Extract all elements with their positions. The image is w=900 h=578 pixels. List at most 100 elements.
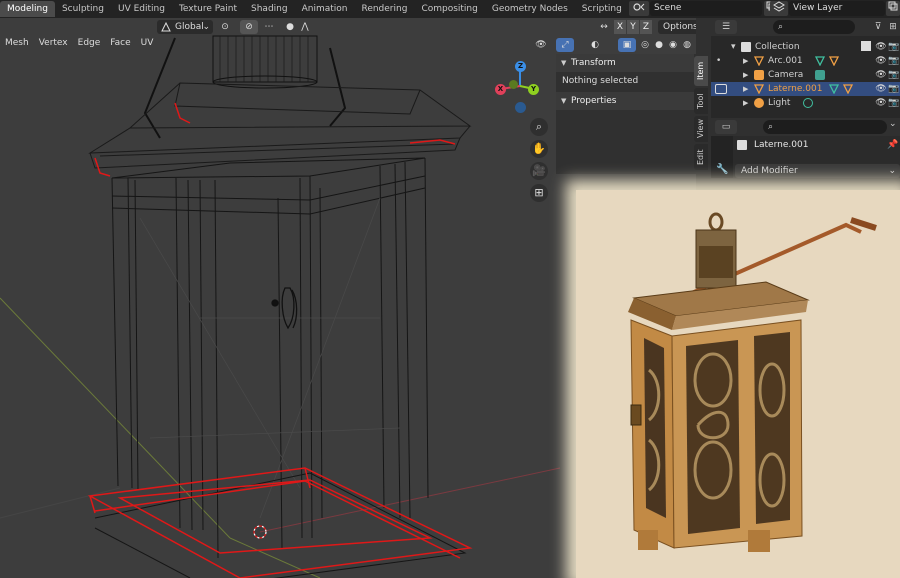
options-dropdown[interactable]: Options — [658, 20, 696, 34]
reference-photo — [576, 190, 900, 578]
add-modifier-dropdown[interactable]: Add Modifier ⌄ — [735, 164, 900, 178]
camera-view-icon[interactable]: 🎥 — [530, 162, 548, 180]
mirror-z-toggle[interactable]: Z — [640, 20, 652, 34]
scene-icon — [633, 3, 645, 11]
pivot-point-icon[interactable]: ⊙ — [216, 20, 234, 34]
properties-panel-header[interactable]: ▼ Properties — [556, 92, 694, 110]
chevron-down-icon[interactable]: ⌄ — [889, 119, 897, 129]
sidebar-panel: ▼ Transform Nothing selected ▼ Propertie… — [556, 54, 696, 174]
edit-mode-icon[interactable] — [715, 84, 727, 94]
menu-uv[interactable]: UV — [136, 36, 159, 50]
properties-tab-strip: 🔧 — [711, 136, 733, 178]
tab-geometry-nodes[interactable]: Geometry Nodes — [485, 1, 575, 17]
tab-compositing[interactable]: Compositing — [414, 1, 484, 17]
eye-icon[interactable]: 👁 — [875, 97, 887, 109]
visibility-icon[interactable]: 👁 — [532, 38, 550, 52]
search-icon: ⌕ — [778, 22, 784, 32]
wrench-icon[interactable]: 🔧 — [716, 164, 728, 175]
filter-icon[interactable]: ⊽ — [871, 20, 885, 34]
zoom-icon[interactable]: ⌕ — [530, 118, 548, 136]
new-collection-icon[interactable]: ⊞ — [887, 20, 899, 34]
gizmo-z-axis[interactable]: Z — [515, 61, 526, 72]
properties-editor: ▭ ⌕ ⌄ 🔧 Laterne.001 📌 Add Modifier ⌄ — [711, 118, 900, 178]
snap-toggle-icon[interactable]: ⊘ — [240, 20, 258, 34]
tab-scripting[interactable]: Scripting — [575, 1, 629, 17]
mesh-icon — [754, 84, 764, 94]
tab-sculpting[interactable]: Sculpting — [55, 1, 111, 17]
menu-edge[interactable]: Edge — [73, 36, 106, 50]
tab-uv-editing[interactable]: UV Editing — [111, 1, 172, 17]
frame-mesh-top — [111, 157, 426, 215]
mirror-y-toggle[interactable]: Y — [627, 20, 639, 34]
view-layer-selector[interactable]: View Layer — [789, 1, 885, 16]
tab-modeling[interactable]: Modeling — [0, 1, 55, 17]
pin-icon[interactable]: 📌 — [887, 140, 898, 150]
scene-selector[interactable]: Scene — [650, 1, 762, 16]
gizmo-y-axis[interactable]: Y — [528, 84, 539, 95]
sidebar-tab-view[interactable]: View — [694, 116, 708, 142]
render-camera-icon[interactable]: 📷 — [888, 97, 900, 109]
scene-browse-button[interactable] — [629, 1, 649, 16]
add-modifier-label: Add Modifier — [741, 166, 798, 176]
expand-arrow-icon: ▼ — [561, 97, 567, 105]
transform-orientation-dropdown[interactable]: Global ⌄ — [157, 20, 213, 34]
layers-icon — [773, 1, 785, 12]
view-layer-browse-button[interactable] — [770, 1, 788, 16]
door-hinge-mesh — [271, 287, 298, 330]
mesh-icon — [754, 56, 764, 66]
render-camera-icon[interactable]: 📷 — [888, 55, 900, 67]
menu-face[interactable]: Face — [105, 36, 135, 50]
render-camera-icon[interactable]: 📷 — [888, 41, 900, 53]
sidebar-tab-tool[interactable]: Tool — [694, 88, 708, 114]
eye-icon[interactable]: 👁 — [875, 55, 887, 67]
menu-vertex[interactable]: Vertex — [34, 36, 73, 50]
mesh-data-icon — [815, 56, 825, 66]
gizmo-neg-y[interactable] — [509, 80, 518, 89]
outliner: ☰ ⌕ ⊽ ⊞ ▾ Collection 👁 📷 • ▶ Arc.001 👁 📷… — [711, 18, 900, 118]
tab-animation[interactable]: Animation — [295, 1, 355, 17]
editor-type-dropdown[interactable]: ▭ — [715, 120, 737, 134]
copy-icon — [888, 1, 898, 11]
gizmo-neg-z[interactable] — [515, 102, 526, 113]
material-icon — [829, 56, 839, 66]
render-camera-icon[interactable]: 📷 — [888, 69, 900, 81]
eye-icon[interactable]: 👁 — [875, 83, 887, 95]
eye-icon[interactable]: 👁 — [875, 41, 887, 53]
tab-rendering[interactable]: Rendering — [354, 1, 414, 17]
outliner-row-light[interactable]: ▶ Light 👁 📷 — [711, 96, 900, 110]
mesh-data-icon — [829, 84, 839, 94]
menu-mesh[interactable]: Mesh — [0, 36, 34, 50]
mirror-icon[interactable]: ↔ — [598, 20, 610, 34]
gizmo-x-axis[interactable]: X — [495, 84, 506, 95]
transform-panel-header[interactable]: ▼ Transform — [556, 54, 694, 72]
gizmo-toggle-icon[interactable]: ⤢ — [556, 38, 574, 52]
falloff-icon[interactable]: ⋀ — [296, 20, 314, 34]
render-camera-icon[interactable]: 📷 — [888, 83, 900, 95]
rendered-shading-icon[interactable]: ◍ — [678, 38, 696, 52]
mirror-x-toggle[interactable]: X — [614, 20, 626, 34]
overlay-toggle-icon[interactable]: ◐ — [586, 38, 604, 52]
transform-header-label: Transform — [571, 58, 616, 68]
tab-texture-paint[interactable]: Texture Paint — [172, 1, 244, 17]
post-mesh — [111, 157, 429, 559]
grid-view-icon[interactable]: ⊞ — [530, 184, 548, 202]
outliner-search-input[interactable]: ⌕ — [773, 20, 855, 34]
outliner-row-camera[interactable]: ▶ Camera 👁 📷 — [711, 68, 900, 82]
exclude-checkbox[interactable] — [861, 41, 871, 51]
view-layer-copy-button[interactable] — [886, 1, 900, 16]
display-mode-dropdown[interactable]: ☰ — [715, 20, 737, 34]
eye-icon[interactable]: 👁 — [875, 69, 887, 81]
navigation-gizmo[interactable]: Z Y X — [494, 60, 544, 113]
search-icon: ⌕ — [768, 122, 774, 132]
hand-icon[interactable]: ✋ — [530, 140, 548, 158]
outliner-row-arc[interactable]: • ▶ Arc.001 👁 📷 — [711, 54, 900, 68]
snap-options-icon[interactable]: ⋯ — [260, 20, 278, 34]
tab-shading[interactable]: Shading — [244, 1, 295, 17]
outliner-row-label: Arc.001 — [768, 56, 803, 66]
sidebar-tab-edit[interactable]: Edit — [694, 144, 708, 170]
xray-toggle-icon[interactable]: ▣ — [618, 38, 636, 52]
outliner-row-collection[interactable]: ▾ Collection 👁 📷 — [711, 40, 900, 54]
outliner-row-laterne[interactable]: ▶ Laterne.001 👁 📷 — [711, 82, 900, 96]
properties-search-input[interactable]: ⌕ — [763, 120, 887, 134]
sidebar-tab-item[interactable]: Item — [694, 56, 708, 86]
